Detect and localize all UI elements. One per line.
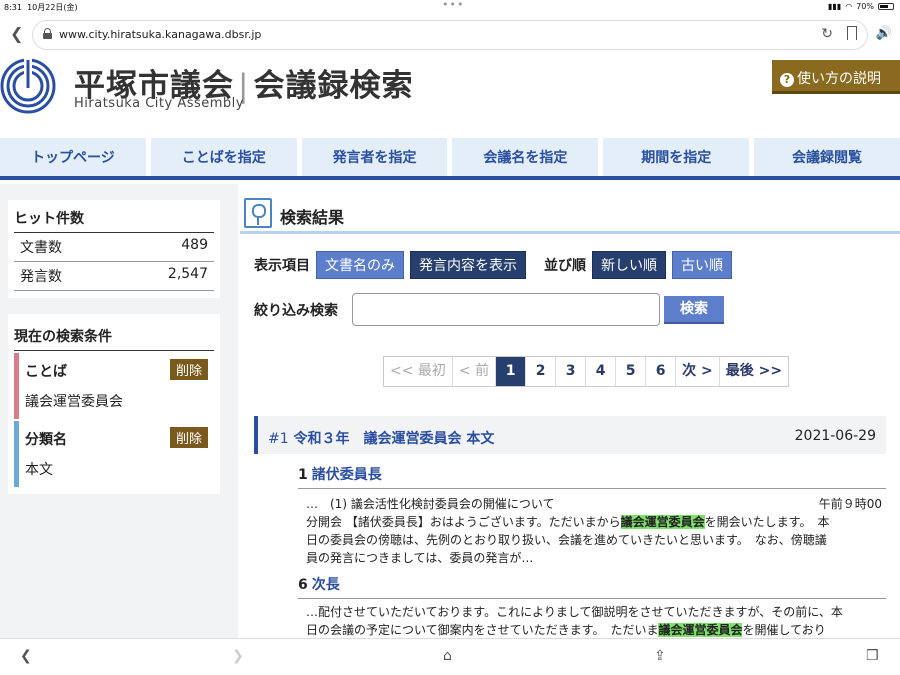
nav-tab-period[interactable]: 期間を指定: [603, 138, 750, 176]
nav-tab-browse[interactable]: 会議録閲覧: [754, 138, 900, 176]
hit-label: 文書数: [20, 240, 62, 256]
speaker-number: 1: [298, 467, 308, 483]
excerpt-time: 午前９時00: [818, 497, 882, 511]
display-title-only-button[interactable]: 文書名のみ: [316, 251, 404, 279]
speaker-heading[interactable]: 6 次長: [298, 574, 886, 599]
pager-page-5[interactable]: 5: [615, 357, 645, 386]
browser-bar: ❮ www.city.hiratsuka.kanagawa.dbsr.jp ↻ …: [0, 14, 900, 56]
help-button-label: 使い方の説明: [797, 71, 881, 87]
excerpt-line: 分開会 【諸伏委員長】おはようございます。ただいまから議会運営委員会を開会いたし…: [306, 515, 830, 529]
filter-search-input[interactable]: [352, 293, 660, 326]
sort-label: 並び順: [544, 258, 586, 274]
display-content-button[interactable]: 発言内容を表示: [410, 251, 526, 279]
toolbar-forward-icon: ❯: [232, 648, 244, 664]
browser-back-icon[interactable]: ❮: [10, 24, 23, 43]
filter-label: 絞り込み検索: [254, 303, 338, 319]
status-bar: 8:31 10月22日(金) ••• ▮▮▮ ◠ 70%: [0, 0, 900, 14]
pagination: << 最初 < 前 1 2 3 4 5 6 次 > 最後 >>: [383, 356, 790, 387]
excerpt-line: … (1) 議会活性化検討委員会の開催について 午前９時00: [306, 497, 882, 511]
speaker-excerpt: … (1) 議会活性化検討委員会の開催について 午前９時00 分開会 【諸伏委員長…: [306, 495, 882, 567]
bookmark-icon[interactable]: [847, 26, 857, 40]
hit-count-panel: ヒット件数 文書数 489 発言数 2,547: [8, 200, 220, 298]
pager-page-2[interactable]: 2: [525, 357, 555, 386]
excerpt-line: 日の委員会の傍聴は、先例のとおり取り扱い、会議を進めていきたいと思います。 なお…: [306, 533, 827, 547]
battery-percent: 70%: [856, 2, 874, 11]
speaker-name: 次長: [311, 577, 340, 593]
speaker-excerpt: …配付させていただいております。これによりまして御説明をさせていただきますが、そ…: [306, 603, 882, 639]
signal-icon: ▮▮▮: [828, 2, 842, 11]
excerpt-line: …配付させていただいております。これによりまして御説明をさせていただきますが、そ…: [306, 605, 843, 619]
pager-prev: < 前: [451, 357, 495, 386]
search-conditions-panel: 現在の検索条件 ことば 議会運営委員会 削除 分類名 本文 削除: [8, 314, 220, 494]
question-icon: ?: [780, 73, 794, 87]
battery-icon: [878, 3, 894, 10]
speaker-name: 諸伏委員長: [311, 467, 382, 483]
wifi-icon: ◠: [845, 2, 853, 11]
tabs-icon[interactable]: ❒: [866, 648, 879, 664]
excerpt-line: 員の発言につきましては、委員の発言が…: [306, 551, 534, 565]
condition-keyword: ことば 議会運営委員会 削除: [14, 353, 214, 419]
hit-value: 2,547: [167, 266, 208, 282]
pager-last[interactable]: 最後 >>: [718, 357, 788, 386]
lock-icon: [43, 28, 52, 39]
keyword-highlight: 議会運営委員会: [620, 515, 705, 529]
sort-oldest-button[interactable]: 古い順: [672, 251, 732, 279]
delete-category-button[interactable]: 削除: [169, 427, 208, 448]
hit-value: 489: [181, 237, 208, 253]
pager-next[interactable]: 次 >: [675, 357, 719, 386]
help-button[interactable]: ? 使い方の説明: [772, 60, 900, 94]
main-nav: トップページ ことばを指定 発言者を指定 会議名を指定 期間を指定 会議録閲覧: [0, 138, 900, 180]
result-number: #1: [268, 431, 289, 447]
speaker-heading[interactable]: 1 諸伏委員長: [298, 464, 886, 489]
result-item[interactable]: #1 令和３年 議会運営委員会 本文 2021-06-29: [254, 416, 886, 454]
pager-page-3[interactable]: 3: [555, 357, 585, 386]
pager-page-6[interactable]: 6: [645, 357, 675, 386]
site-subtitle: Hiratsuka City Assembly: [74, 96, 244, 111]
condition-value: 議会運営委員会: [25, 394, 123, 410]
nav-tab-meeting[interactable]: 会議名を指定: [452, 138, 599, 176]
filter-search-button[interactable]: 検索: [664, 296, 724, 324]
sort-newest-button[interactable]: 新しい順: [592, 251, 666, 279]
toolbar-back-icon[interactable]: ❮: [20, 648, 32, 664]
result-date: 2021-06-29: [794, 428, 876, 444]
multitask-dots-icon[interactable]: •••: [442, 0, 464, 11]
pager-first: << 最初: [390, 363, 446, 379]
results-title: 検索結果: [280, 208, 345, 227]
results-heading: 検索結果: [240, 196, 900, 234]
nav-tab-keyword[interactable]: ことばを指定: [150, 138, 297, 176]
keyword-highlight: 議会運営委員会: [658, 623, 743, 637]
site-title-search: 会議録検索: [253, 68, 414, 104]
hit-row-documents: 文書数 489: [14, 233, 214, 262]
display-label: 表示項目: [254, 258, 310, 274]
delete-keyword-button[interactable]: 削除: [169, 359, 208, 380]
result-title[interactable]: #1 令和３年 議会運営委員会 本文: [268, 428, 494, 448]
browser-toolbar: ❮ ❯ ⌂ ⇪ ❒: [0, 638, 900, 675]
nav-tab-speaker[interactable]: 発言者を指定: [301, 138, 448, 176]
condition-value: 本文: [25, 462, 53, 478]
address-bar[interactable]: www.city.hiratsuka.kanagawa.dbsr.jp ↻: [32, 20, 868, 50]
status-time: 8:31 10月22日(金): [4, 3, 78, 12]
reader-speaker-icon[interactable]: 🔊: [876, 26, 892, 41]
reload-icon[interactable]: ↻: [821, 26, 833, 42]
hit-count-title: ヒット件数: [14, 208, 214, 233]
hit-row-statements: 発言数 2,547: [14, 262, 214, 291]
status-right: ▮▮▮ ◠ 70%: [828, 2, 894, 11]
result-title-text: 令和３年 議会運営委員会 本文: [293, 431, 495, 447]
pager-page-1[interactable]: 1: [495, 357, 526, 386]
status-date: 10月22日(金): [27, 3, 78, 12]
hit-label: 発言数: [20, 269, 62, 285]
display-options: 表示項目 文書名のみ 発言内容を表示 並び順 新しい順 古い順: [254, 251, 732, 279]
home-icon[interactable]: ⌂: [443, 648, 452, 664]
pager-page-4[interactable]: 4: [585, 357, 615, 386]
search-document-icon: [244, 198, 272, 228]
excerpt-line: 日の会議の予定について御案内をさせていただきます。 ただいま議会運営委員会を開催…: [306, 623, 826, 637]
city-logo-icon[interactable]: [0, 58, 60, 114]
condition-category: 分類名 本文 削除: [14, 421, 214, 487]
nav-tab-top[interactable]: トップページ: [0, 138, 146, 176]
sidebar: ヒット件数 文書数 489 発言数 2,547 現在の検索条件 ことば 議会運営…: [0, 184, 238, 639]
share-icon[interactable]: ⇪: [654, 648, 666, 664]
url-text: www.city.hiratsuka.kanagawa.dbsr.jp: [59, 28, 262, 41]
conditions-title: 現在の検索条件: [14, 326, 214, 351]
speaker-number: 6: [298, 577, 308, 593]
